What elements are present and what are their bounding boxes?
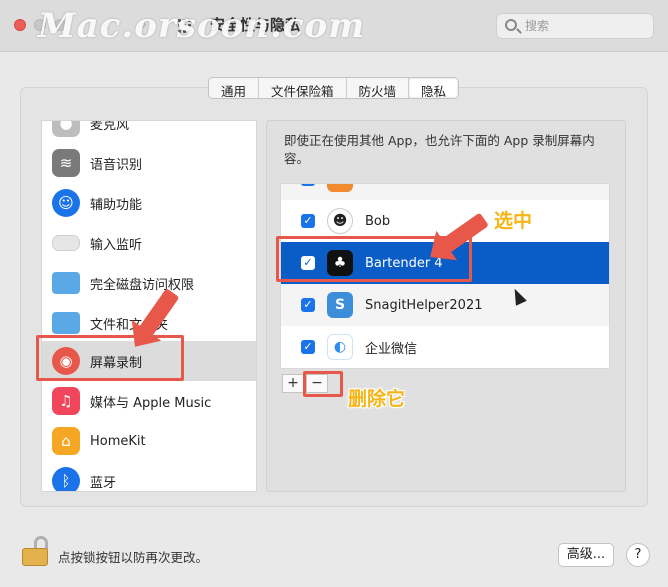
home-icon: ⌂ bbox=[52, 427, 80, 455]
wecom-icon: ◐ bbox=[327, 334, 353, 360]
watermark: Mac.orsoon.com bbox=[38, 6, 366, 46]
sidebar-item-media-apple-music[interactable]: ♫ 媒体与 Apple Music bbox=[42, 381, 256, 421]
lock-hint-text: 点按锁按钮以防再次更改。 bbox=[58, 550, 209, 565]
sidebar-item-label: 语音识别 bbox=[90, 157, 143, 173]
sidebar-item-bluetooth[interactable]: ᛒ 蓝牙 bbox=[42, 461, 256, 491]
annotation-highlight-screen-recording bbox=[36, 335, 184, 381]
sidebar-item-label: 完全磁盘访问权限 bbox=[90, 277, 195, 293]
sidebar-item-full-disk-access[interactable]: 完全磁盘访问权限 bbox=[42, 263, 256, 303]
app-row[interactable]: ✓ bbox=[281, 184, 609, 200]
annotation-selected-note: 选中 bbox=[494, 210, 533, 232]
microphone-icon: ● bbox=[52, 121, 80, 137]
app-icon bbox=[327, 184, 353, 192]
search-input[interactable] bbox=[525, 17, 645, 35]
lock-icon[interactable] bbox=[22, 536, 48, 566]
tab-bar: 通用 文件保险箱 防火墙 隐私 bbox=[208, 77, 460, 99]
keyboard-icon bbox=[52, 235, 80, 251]
waveform-icon: ≋ bbox=[52, 149, 80, 177]
annotation-highlight-remove bbox=[303, 371, 343, 397]
sidebar-item-microphone[interactable]: ● 麦克风 bbox=[42, 120, 256, 143]
search-field[interactable] bbox=[496, 13, 654, 39]
tab-privacy[interactable]: 隐私 bbox=[409, 78, 459, 98]
tab-firewall[interactable]: 防火墙 bbox=[347, 78, 410, 98]
sidebar-item-accessibility[interactable]: ☺ 辅助功能 bbox=[42, 183, 256, 223]
sidebar-item-input-monitoring[interactable]: 输入监听 bbox=[42, 223, 256, 263]
app-checkbox[interactable]: ✓ bbox=[301, 340, 315, 354]
sidebar-item-homekit[interactable]: ⌂ HomeKit bbox=[42, 421, 256, 461]
app-checkbox[interactable]: ✓ bbox=[301, 298, 315, 312]
close-button[interactable] bbox=[14, 19, 26, 31]
snagit-icon: S bbox=[327, 292, 353, 318]
sidebar-item-label: 输入监听 bbox=[90, 237, 143, 253]
app-label: Bob bbox=[365, 213, 391, 229]
bluetooth-icon: ᛒ bbox=[52, 467, 80, 491]
sidebar-item-label: 媒体与 Apple Music bbox=[90, 395, 212, 411]
sidebar-item-label: 辅助功能 bbox=[90, 197, 143, 213]
sidebar-item-label: 麦克风 bbox=[90, 120, 130, 133]
app-checkbox[interactable]: ✓ bbox=[301, 214, 315, 228]
sidebar-item-speech-recognition[interactable]: ≋ 语音识别 bbox=[42, 143, 256, 183]
title-bar: ‹ › 安全性与隐私 Mac.orsoon.com bbox=[0, 0, 668, 52]
folder-icon bbox=[52, 272, 80, 294]
app-row-snagit[interactable]: ✓ S SnagitHelper2021 bbox=[281, 284, 609, 326]
advanced-button[interactable]: 高级... bbox=[558, 543, 614, 567]
annotation-remove-note: 删除它 bbox=[348, 388, 406, 410]
app-label: 企业微信 bbox=[365, 341, 418, 357]
add-app-button[interactable]: + bbox=[282, 374, 304, 393]
search-icon bbox=[505, 19, 517, 31]
tab-filevault[interactable]: 文件保险箱 bbox=[259, 78, 347, 98]
app-checkbox[interactable]: ✓ bbox=[301, 184, 315, 186]
pane-description: 即使正在使用其他 App，也允许下面的 App 录制屏幕内容。 bbox=[284, 133, 595, 166]
help-button[interactable]: ? bbox=[626, 543, 650, 567]
bob-icon: ☻ bbox=[327, 208, 353, 234]
sidebar-item-label: 蓝牙 bbox=[90, 475, 117, 491]
music-icon: ♫ bbox=[52, 387, 80, 415]
app-row-wecom[interactable]: ✓ ◐ 企业微信 bbox=[281, 326, 609, 368]
tab-general[interactable]: 通用 bbox=[209, 78, 260, 98]
sidebar-item-label: HomeKit bbox=[90, 433, 146, 449]
folder-icon bbox=[52, 312, 80, 334]
accessibility-icon: ☺ bbox=[52, 189, 80, 217]
app-label: SnagitHelper2021 bbox=[365, 297, 483, 313]
privacy-category-list[interactable]: ● 麦克风 ≋ 语音识别 ☺ 辅助功能 输入监听 完全磁盘访问权限 文件和文件夹… bbox=[41, 120, 257, 492]
